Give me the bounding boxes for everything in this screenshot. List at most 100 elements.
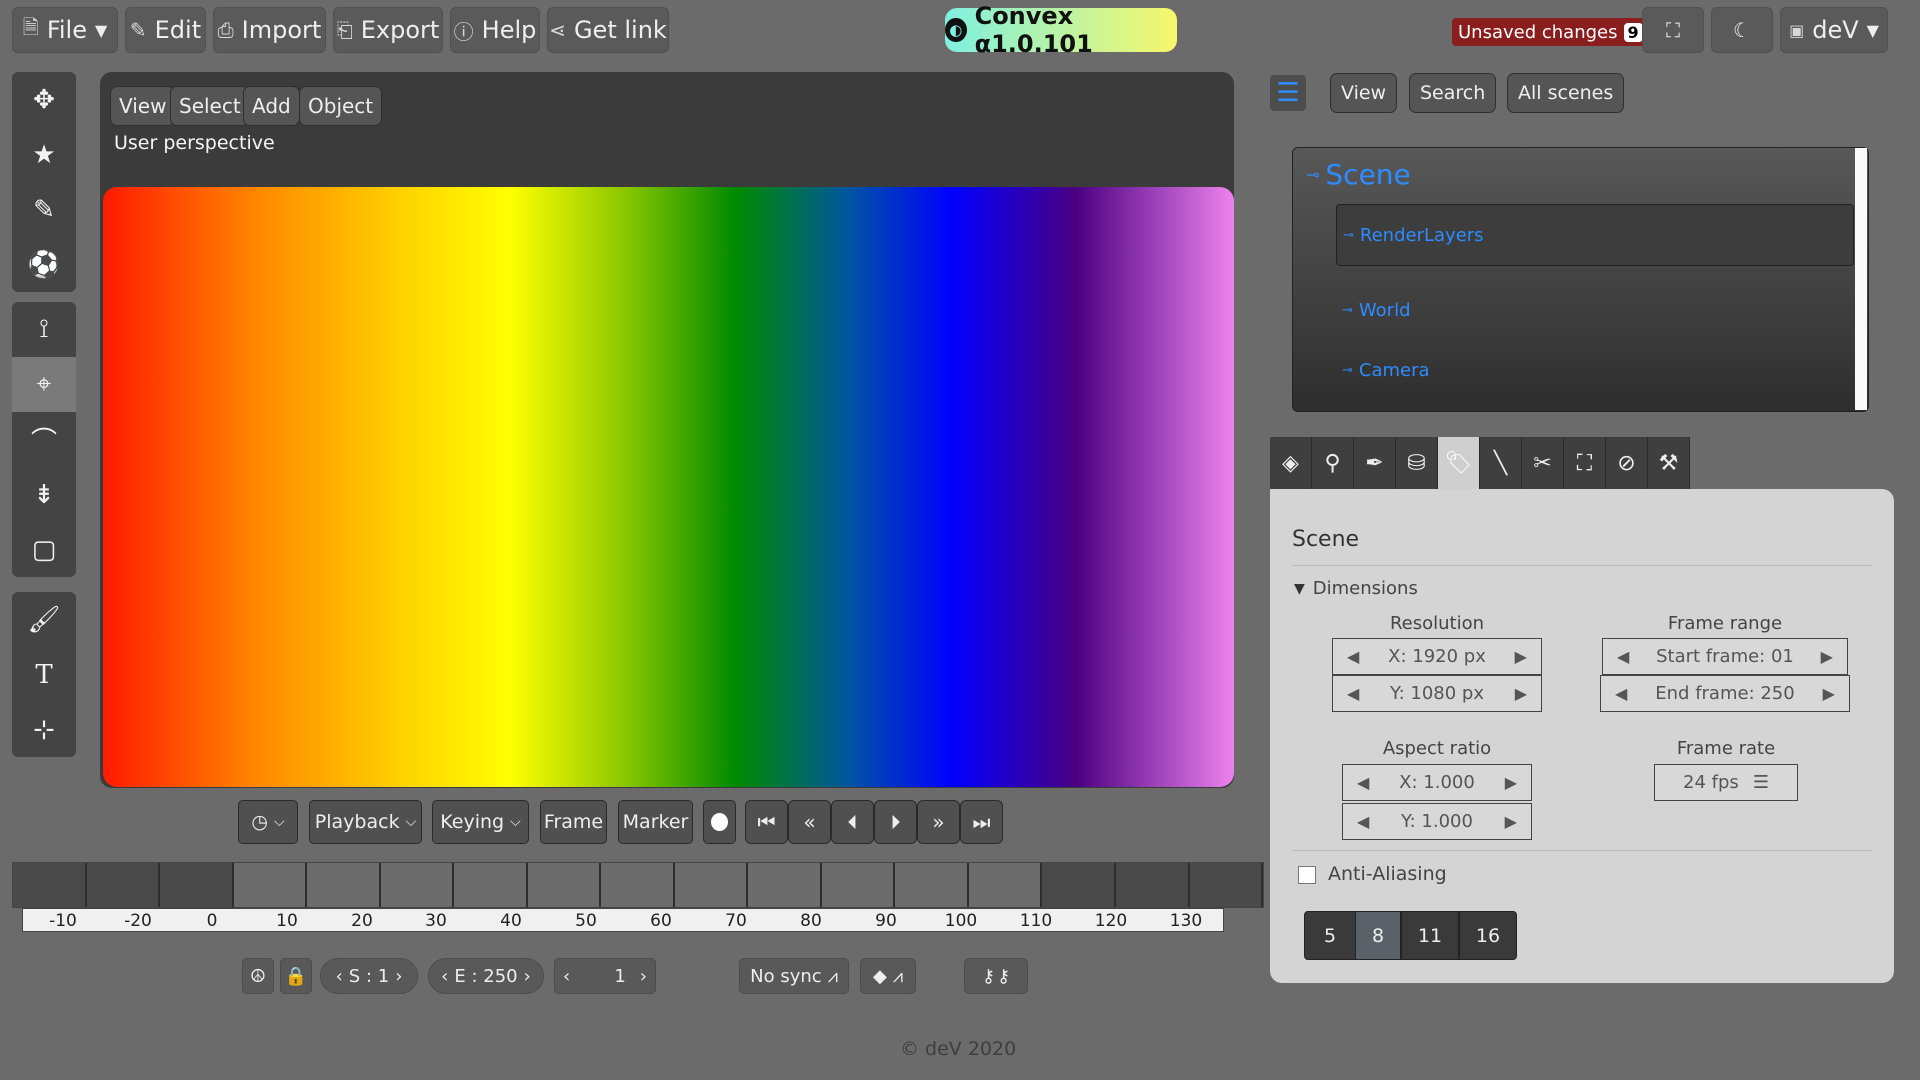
outliner-node-renderlayers[interactable]: ⊸ RenderLayers	[1336, 204, 1854, 266]
viewport-view-menu[interactable]: View	[110, 86, 176, 126]
brush-tool[interactable]: 🖌	[12, 592, 76, 647]
aa-option-16[interactable]: 16	[1459, 911, 1517, 960]
ruler-tick: 20	[351, 911, 373, 931]
dark-mode-button[interactable]: ☾	[1711, 7, 1773, 53]
chevron-down-icon: ⌵	[273, 814, 285, 830]
keyframe-button[interactable]: ◆ ⩘	[860, 958, 916, 994]
resolution-y-spinner[interactable]: ◀ Y: 1080 px ▶	[1332, 675, 1542, 712]
viewport-canvas[interactable]	[103, 187, 1234, 787]
outliner-scrollbar[interactable]	[1855, 148, 1867, 410]
viewport-select-menu[interactable]: Select	[170, 86, 250, 126]
favorite-tool[interactable]: ★	[12, 127, 76, 182]
merge-tool[interactable]: ⇟	[12, 467, 76, 522]
sync-dropdown[interactable]: No sync ⩘	[739, 958, 849, 994]
help-label: Help	[481, 16, 537, 44]
aspect-x-spinner[interactable]: ◀ X: 1.000 ▶	[1342, 764, 1532, 801]
unsaved-changes-badge[interactable]: Unsaved changes 9	[1452, 18, 1649, 46]
step-back-button[interactable]: ⏴	[831, 800, 874, 844]
tab-line[interactable]: ╲	[1480, 437, 1522, 489]
dimensions-section-toggle[interactable]: ▼ Dimensions	[1294, 578, 1418, 599]
import-button[interactable]: ⎙ Import	[213, 7, 326, 53]
chevron-left-icon: ‹	[335, 965, 343, 987]
timeline-cell	[86, 863, 161, 907]
outliner-node-scene[interactable]: ⊸ Scene	[1306, 158, 1411, 191]
outliner-node-camera[interactable]: ⊸ Camera	[1342, 360, 1430, 381]
record-button[interactable]	[703, 800, 736, 844]
properties-title: Scene	[1292, 527, 1360, 552]
layers-icon: ◈	[1282, 450, 1299, 476]
ruler-tick: 120	[1094, 911, 1128, 931]
tab-pen[interactable]: ✒	[1354, 437, 1396, 489]
edit-menu-button[interactable]: ✎ Edit	[125, 7, 206, 53]
timeline-track[interactable]	[12, 862, 1264, 908]
export-button[interactable]: ⎗ Export	[333, 7, 443, 53]
jump-start-button[interactable]: ⏮	[745, 800, 788, 844]
text-tool[interactable]: T	[12, 647, 76, 702]
user-menu-button[interactable]: ▣ deV ▼	[1780, 7, 1888, 53]
fast-forward-button[interactable]: »	[917, 800, 960, 844]
bezier-tool[interactable]: ⌒	[12, 412, 76, 467]
jump-end-button[interactable]: ⏭	[960, 800, 1003, 844]
aa-option-5[interactable]: 5	[1304, 911, 1356, 960]
keying-dropdown[interactable]: Keying ⌵	[432, 800, 529, 844]
all-scenes-button[interactable]: All scenes	[1507, 73, 1625, 113]
tag-icon: 🏷	[1444, 450, 1473, 476]
start-frame-spinner[interactable]: ◀ Start frame: 01 ▶	[1602, 638, 1848, 675]
timeline-ruler[interactable]: -10 -20 0 10 20 30 40 50 60 70 80 90 100…	[22, 908, 1224, 932]
rewind-button[interactable]: «	[788, 800, 831, 844]
current-frame-stepper[interactable]: ‹ 1 ›	[554, 958, 656, 994]
marker-button[interactable]: Marker	[618, 800, 693, 844]
viewport-add-menu[interactable]: Add	[243, 86, 300, 126]
frame-rate-select[interactable]: 24 fps ☰	[1654, 764, 1798, 801]
fullscreen-button[interactable]: ⛶	[1642, 7, 1704, 53]
viewport-object-menu[interactable]: Object	[299, 86, 383, 126]
tab-hidden[interactable]: ⊘	[1606, 437, 1648, 489]
draw-tool[interactable]: ✎	[12, 182, 76, 237]
get-link-button[interactable]: ⋖ Get link	[547, 7, 669, 53]
outliner-search-button[interactable]: Search	[1409, 73, 1497, 113]
start-frame-stepper[interactable]: ‹ S : 1 ›	[320, 958, 418, 994]
user-badge-icon: ▣	[1789, 20, 1805, 40]
bounding-box-tool[interactable]: ▢	[12, 522, 76, 577]
tab-tag[interactable]: 🏷	[1438, 437, 1480, 489]
anti-aliasing-checkbox[interactable]	[1298, 866, 1316, 884]
ruler-tick: 130	[1169, 911, 1203, 931]
move-tool[interactable]: ✥	[12, 72, 76, 127]
resolution-x-spinner[interactable]: ◀ X: 1920 px ▶	[1332, 638, 1542, 675]
outliner-icon[interactable]: ☰	[1270, 75, 1306, 111]
lock-button[interactable]: 🔒	[280, 958, 312, 994]
end-frame-stepper[interactable]: ‹ E : 250 ›	[428, 958, 544, 994]
outliner-node-world[interactable]: ⊸ World	[1342, 300, 1411, 321]
bounding-box-icon: ⛶	[1576, 450, 1593, 476]
path-tool[interactable]: ⟟	[12, 302, 76, 357]
tab-bounding-box[interactable]: ⛶	[1564, 437, 1606, 489]
hierarchy-tool[interactable]: ⊹	[12, 702, 76, 757]
aa-option-8[interactable]: 8	[1355, 911, 1401, 960]
aa-option-11[interactable]: 11	[1401, 911, 1459, 960]
no-entry-button[interactable]: ☮	[242, 958, 274, 994]
share-icon: ⋖	[549, 18, 566, 42]
aspect-y-spinner[interactable]: ◀ Y: 1.000 ▶	[1342, 803, 1532, 840]
outliner-view-button[interactable]: View	[1330, 73, 1398, 113]
all-scenes-label: All scenes	[1518, 82, 1614, 104]
collapse-icon: ⩘	[892, 965, 903, 987]
step-forward-button[interactable]: ⏵	[874, 800, 917, 844]
keys-button[interactable]: ⚷ ⚷	[964, 958, 1028, 994]
aa-option-label: 8	[1371, 924, 1385, 947]
binoculars-tool[interactable]: ⌖	[12, 357, 76, 412]
tab-joystick[interactable]: ⚲	[1312, 437, 1354, 489]
file-menu-button[interactable]: 🗎 File ▼	[12, 7, 118, 53]
tab-hammer[interactable]: ⚒	[1648, 437, 1690, 489]
tab-scissors[interactable]: ✂	[1522, 437, 1564, 489]
help-button[interactable]: ⓘ Help	[450, 7, 540, 53]
current-frame-value: 1	[614, 965, 626, 987]
clock-dropdown[interactable]: ◷ ⌵	[238, 800, 298, 844]
tab-database[interactable]: ⛁	[1396, 437, 1438, 489]
material-tool[interactable]: ⚽	[12, 237, 76, 292]
end-frame-spinner[interactable]: ◀ End frame: 250 ▶	[1600, 675, 1850, 712]
playback-dropdown[interactable]: Playback ⌵	[309, 800, 422, 844]
timeline-cell	[821, 863, 896, 907]
timeline-cell	[380, 863, 455, 907]
tab-layers[interactable]: ◈	[1270, 437, 1312, 489]
frame-button[interactable]: Frame	[540, 800, 607, 844]
